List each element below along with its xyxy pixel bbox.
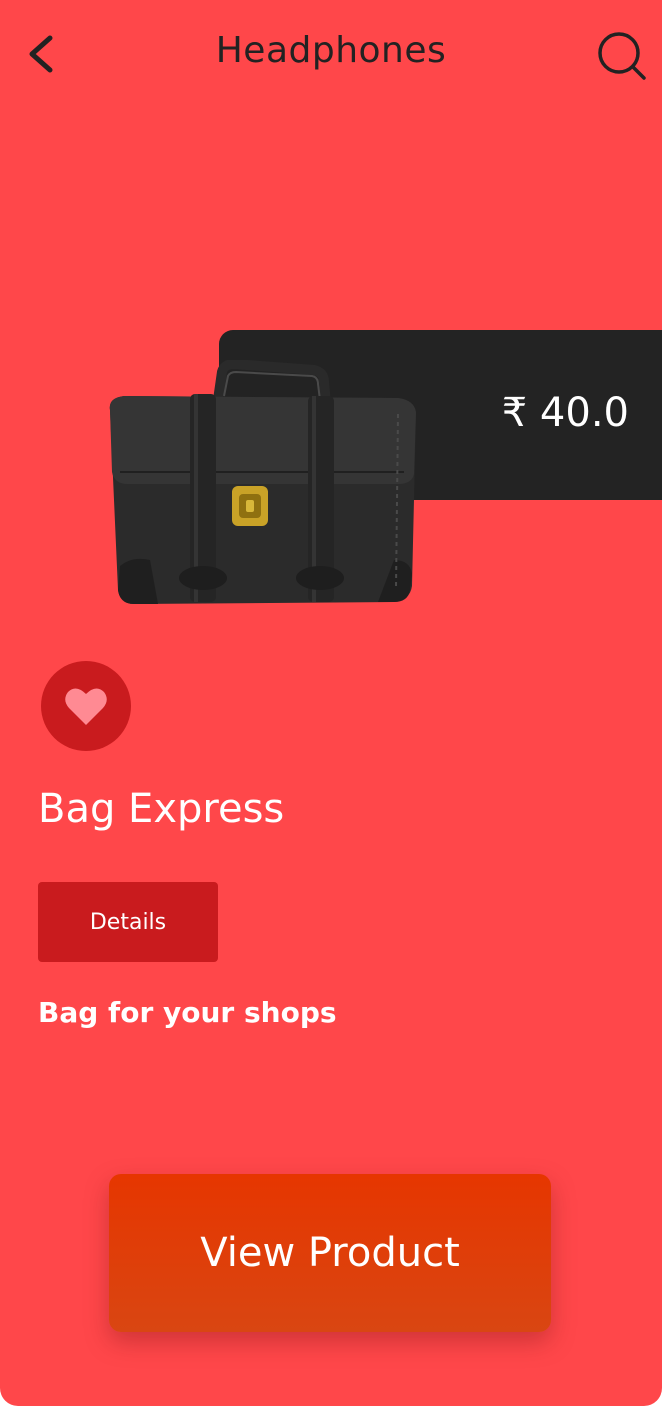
product-image [109,360,417,604]
search-icon [598,32,646,80]
favorite-button[interactable] [41,661,131,751]
product-description: Bag for your shops [38,996,337,1029]
price-label: ₹ 40.0 [501,390,629,436]
product-name: Bag Express [38,786,285,832]
product-screen: Headphones ₹ 40.0 Bag Express Details Ba… [0,0,662,1406]
app-header: Headphones [0,0,662,110]
search-button[interactable] [594,28,650,84]
page-title: Headphones [215,30,447,71]
view-product-button[interactable]: View Product [109,1174,551,1332]
heart-icon [65,688,107,725]
details-button[interactable]: Details [38,882,218,962]
